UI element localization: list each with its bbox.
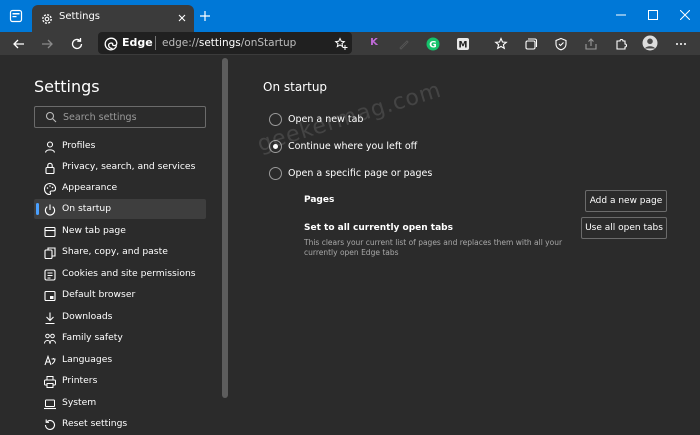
forward-icon[interactable]	[38, 35, 56, 53]
radio-label: Open a specific page or pages	[288, 168, 433, 179]
printer-icon	[43, 374, 57, 388]
settings-sidebar: Settings Profiles Privacy, search, and s…	[0, 55, 229, 435]
set-open-tabs-description: This clears your current list of pages a…	[304, 238, 563, 257]
sidebar-item-reset-settings[interactable]: Reset settings	[34, 414, 206, 434]
sidebar-scrollbar[interactable]	[222, 58, 228, 398]
power-icon	[43, 202, 57, 216]
extensions-puzzle-icon[interactable]	[614, 36, 628, 50]
family-icon	[43, 331, 57, 345]
address-bar[interactable]: Edge edge://settings/onStartup	[98, 32, 352, 54]
edge-brand-label: Edge	[122, 36, 153, 49]
sidebar-item-label: Privacy, search, and services	[62, 161, 196, 172]
pages-label: Pages	[304, 195, 335, 205]
radio-button[interactable]	[269, 167, 282, 180]
share-icon	[43, 245, 57, 260]
profile-avatar[interactable]	[642, 35, 658, 51]
page-title: On startup	[263, 80, 328, 94]
sidebar-item-label: Downloads	[62, 311, 113, 322]
browser-essentials-icon[interactable]	[554, 36, 568, 51]
sidebar-item-profiles[interactable]: Profiles	[34, 136, 206, 156]
more-options-icon[interactable]	[674, 36, 688, 50]
sidebar-item-family-safety[interactable]: Family safety	[34, 328, 206, 348]
favorite-star-icon[interactable]	[334, 36, 348, 50]
sidebar-title: Settings	[34, 77, 100, 96]
refresh-icon[interactable]	[68, 35, 86, 53]
address-separator	[155, 36, 156, 50]
gear-icon	[40, 11, 54, 25]
svg-text:G: G	[429, 40, 436, 50]
browser-icon	[43, 288, 57, 302]
tab-settings[interactable]: Settings	[32, 5, 194, 32]
sidebar-item-system[interactable]: System	[34, 393, 206, 413]
maximize-icon[interactable]	[638, 4, 668, 26]
cookies-icon	[43, 267, 57, 281]
main-content: On startup Open a new tab Continue where…	[229, 55, 700, 435]
extension-pen-icon[interactable]	[397, 36, 411, 50]
radio-open-specific-pages[interactable]: Open a specific page or pages	[269, 166, 469, 182]
add-new-page-button[interactable]: Add a new page	[585, 190, 667, 212]
sidebar-item-downloads[interactable]: Downloads	[34, 307, 206, 327]
languages-icon	[43, 353, 57, 367]
sidebar-item-label: Appearance	[62, 182, 118, 193]
window-close-icon[interactable]	[670, 4, 700, 26]
title-bar: Settings	[0, 0, 700, 32]
tab-actions-icon[interactable]	[8, 8, 24, 24]
minimize-icon[interactable]	[606, 4, 636, 26]
sidebar-item-printers[interactable]: Printers	[34, 371, 206, 391]
sidebar-item-label: On startup	[62, 203, 112, 214]
profile-icon	[43, 139, 57, 153]
share-toolbar-icon[interactable]	[584, 36, 598, 50]
sidebar-item-privacy[interactable]: Privacy, search, and services	[34, 157, 206, 177]
sidebar-item-label: Share, copy, and paste	[62, 246, 168, 257]
grammarly-icon[interactable]: G	[426, 36, 440, 51]
tab-title: Settings	[59, 11, 101, 22]
sidebar-item-label: Family safety	[62, 332, 123, 343]
use-all-open-tabs-button[interactable]: Use all open tabs	[581, 217, 667, 239]
extension-m-icon[interactable]: M	[456, 36, 470, 50]
sidebar-item-share-copy-paste[interactable]: Share, copy, and paste	[34, 242, 206, 262]
edge-logo-icon	[104, 36, 118, 51]
svg-text:M: M	[459, 40, 468, 50]
sidebar-item-label: System	[62, 397, 97, 408]
sidebar-item-appearance[interactable]: Appearance	[34, 178, 206, 198]
lock-icon	[43, 160, 57, 175]
search-box[interactable]	[34, 106, 206, 128]
set-open-tabs-label: Set to all currently open tabs	[304, 223, 453, 233]
sidebar-item-label: Default browser	[62, 289, 136, 300]
extension-k-icon[interactable]: K	[367, 36, 381, 50]
sidebar-item-new-tab-page[interactable]: New tab page	[34, 221, 206, 241]
plus-icon[interactable]	[198, 8, 212, 22]
sidebar-item-default-browser[interactable]: Default browser	[34, 285, 206, 305]
sidebar-item-on-startup[interactable]: On startup	[34, 199, 206, 219]
sidebar-item-languages[interactable]: Languages	[34, 350, 206, 370]
sidebar-item-cookies[interactable]: Cookies and site permissions	[34, 264, 206, 284]
collections-icon[interactable]	[524, 36, 538, 50]
sidebar-item-label: Profiles	[62, 140, 96, 151]
sidebar-item-label: Reset settings	[62, 418, 128, 429]
radio-button[interactable]	[269, 113, 282, 126]
url-text[interactable]: edge://settings/onStartup	[162, 37, 296, 49]
back-icon[interactable]	[10, 35, 28, 53]
close-icon[interactable]	[175, 10, 189, 24]
search-input[interactable]	[63, 109, 201, 125]
reset-icon	[43, 417, 57, 431]
new-tab-icon	[43, 224, 57, 238]
download-icon	[43, 310, 57, 325]
appearance-icon	[43, 181, 57, 196]
sidebar-item-label: Cookies and site permissions	[62, 268, 196, 279]
browser-toolbar: Edge edge://settings/onStartup K G M	[0, 32, 700, 55]
sidebar-item-label: Languages	[62, 354, 113, 365]
sidebar-item-label: Printers	[62, 375, 98, 386]
sidebar-item-label: New tab page	[62, 225, 126, 236]
system-icon	[43, 396, 57, 410]
favorites-icon[interactable]	[494, 36, 508, 50]
